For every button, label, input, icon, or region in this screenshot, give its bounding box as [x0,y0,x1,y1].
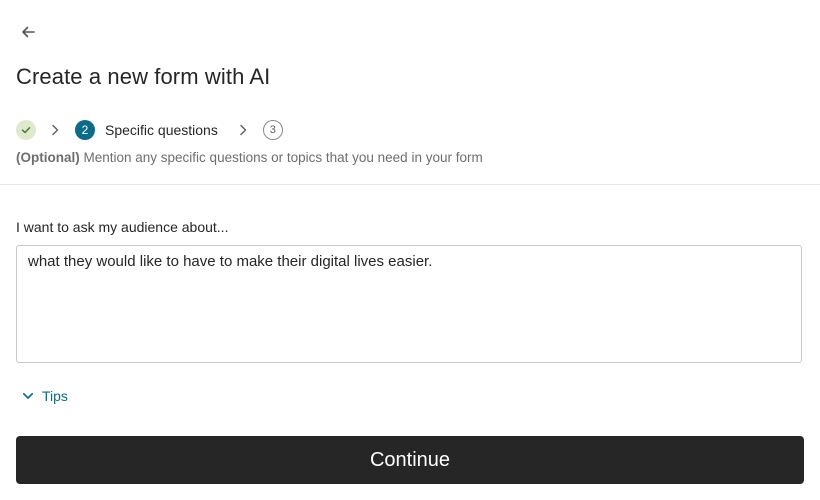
step-description-text: Mention any specific questions or topics… [79,150,483,165]
back-button[interactable] [16,20,40,44]
chevron-right-icon [50,124,60,136]
step-1-completed [16,120,36,140]
tips-label: Tips [42,388,68,404]
chevron-right-icon [238,124,248,136]
step-description: (Optional) Mention any specific question… [16,150,483,165]
stepper: 2 Specific questions 3 [16,119,283,141]
step-2-number: 2 [75,120,95,140]
checkmark-icon [21,127,31,134]
tips-toggle[interactable]: Tips [22,388,68,404]
arrow-left-icon [22,26,35,38]
continue-button[interactable]: Continue [16,436,804,484]
topic-field-label: I want to ask my audience about... [16,219,229,235]
page-title: Create a new form with AI [16,64,271,89]
divider [0,184,820,185]
create-form-ai-page: Create a new form with AI 2 Specific que… [0,0,820,500]
topic-textarea[interactable]: what they would like to have to make the… [16,245,802,363]
chevron-down-icon [22,392,34,399]
step-2-label: Specific questions [105,122,218,138]
step-3-number: 3 [262,120,283,140]
optional-tag: (Optional) [16,150,80,165]
